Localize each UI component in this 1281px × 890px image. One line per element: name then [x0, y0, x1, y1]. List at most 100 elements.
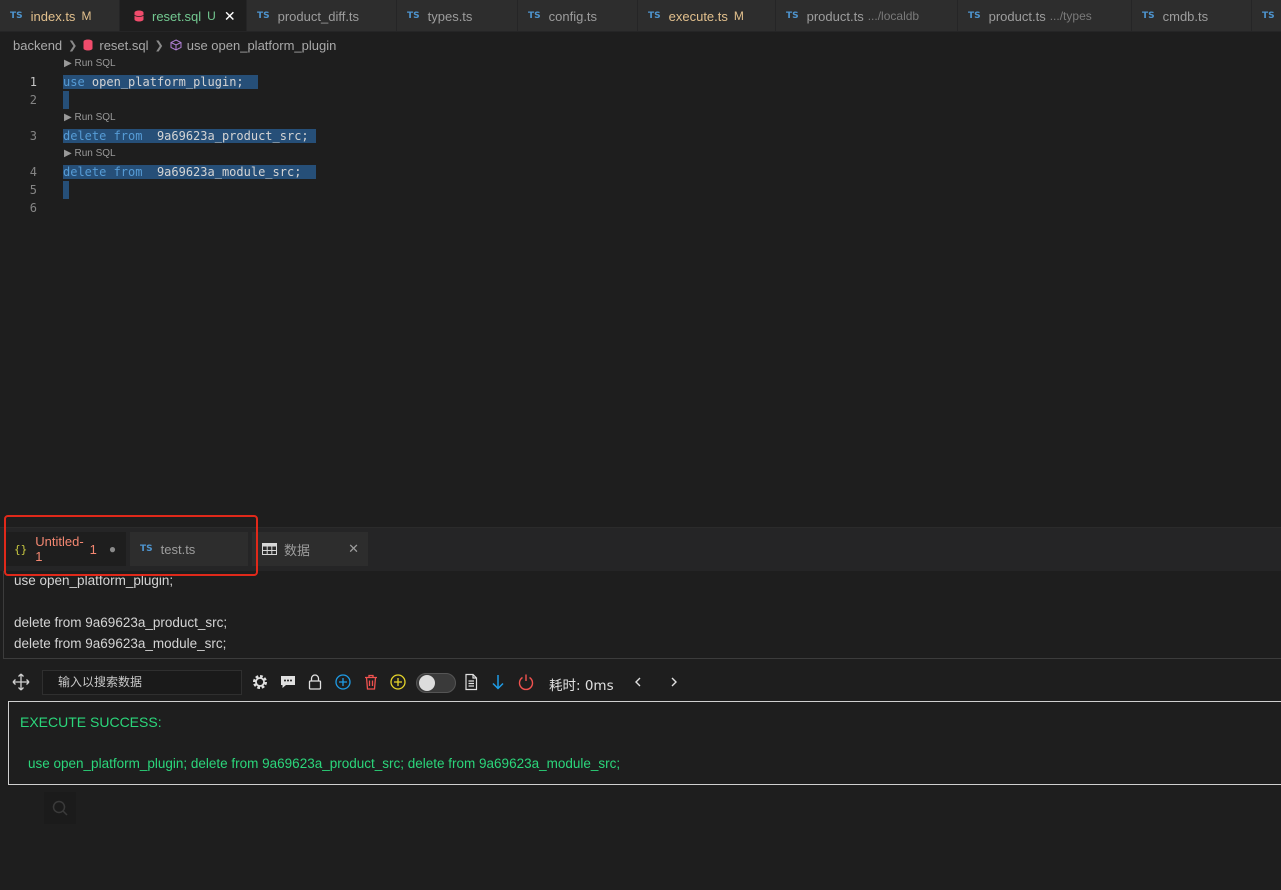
tab-index-ts[interactable]: TS index.ts M [0, 0, 120, 31]
codelens-label: Run SQL [74, 112, 116, 123]
problem-count-badge: 1 [89, 541, 97, 557]
tab-reset-sql[interactable]: reset.sql U ✕ [120, 0, 247, 31]
json-braces-icon: {} [14, 542, 28, 556]
close-icon[interactable]: ✕ [348, 541, 359, 557]
untracked-badge: U [207, 9, 216, 23]
chevron-left-icon[interactable] [629, 673, 647, 691]
breadcrumb: backend ❯ reset.sql ❯ use open_platform_… [13, 36, 336, 54]
tab-product-ts-types[interactable]: TS product.ts .../types [958, 0, 1132, 31]
database-icon [83, 39, 93, 51]
sql-keyword: use [63, 75, 85, 89]
tab-label: Untitled-1 [35, 534, 84, 564]
tab-description: .../localdb [867, 9, 920, 23]
query-line: delete from 9a69623a_module_src; [14, 636, 227, 651]
breadcrumb-symbol[interactable]: use open_platform_plugin [187, 38, 337, 53]
trash-icon[interactable] [362, 673, 380, 691]
sql-identifier: open_platform_plugin; [91, 75, 244, 89]
tab-label: execute.ts [668, 8, 728, 24]
tab-data[interactable]: 数据 ✕ [252, 532, 368, 566]
tab-execute-ts[interactable]: TS execute.ts M [638, 0, 776, 31]
modified-badge: M [733, 9, 744, 23]
tab-untitled-1[interactable]: {} Untitled-1 1 ● [4, 532, 126, 566]
typescript-icon: TS [528, 11, 541, 21]
query-preview[interactable]: use open_platform_plugin; delete from 9a… [3, 571, 1281, 659]
line-number: 2 [29, 93, 37, 107]
code-line-3[interactable]: delete from 9a69623a_product_src; [63, 127, 316, 145]
tab-label: test.ts [160, 541, 196, 557]
tab-label: config.ts [548, 8, 598, 24]
result-toolbar: 输入以搜索数据 耗时: 0ms [0, 665, 1281, 699]
add-circle-icon[interactable] [334, 673, 352, 691]
typescript-icon: TS [1142, 11, 1155, 21]
tab-description: .../types [1049, 9, 1092, 23]
run-sql-codelens[interactable]: ▶ Run SQL [64, 148, 116, 159]
line-number: 1 [29, 75, 37, 89]
typescript-icon: TS [140, 544, 153, 554]
arrow-down-icon[interactable] [489, 673, 507, 691]
power-icon[interactable] [517, 673, 535, 691]
unsaved-dot-icon[interactable]: ● [109, 542, 116, 556]
tab-label: index.ts [30, 8, 76, 24]
line-number: 5 [29, 183, 37, 197]
sql-identifier: 9a69623a_module_src; [156, 165, 302, 179]
bottom-panel: {} Untitled-1 1 ● TS test.ts 数据 ✕ use op… [0, 527, 1281, 890]
typescript-icon: TS [648, 11, 661, 21]
elapsed-time: 耗时: 0ms [549, 678, 614, 694]
code-line-1[interactable]: use open_platform_plugin; [63, 73, 259, 91]
tab-label: reset.sql [152, 8, 202, 24]
breadcrumb-file[interactable]: reset.sql [99, 38, 148, 53]
symbol-cube-icon [170, 39, 182, 51]
selection-marker [63, 91, 69, 109]
line-number: 3 [29, 129, 37, 143]
codelens-label: Run SQL [74, 148, 116, 159]
typescript-icon: TS [10, 11, 23, 21]
tab-test-ts[interactable]: TS test.ts [130, 532, 248, 566]
sql-keyword: delete from [63, 129, 143, 143]
comment-icon[interactable] [279, 673, 297, 691]
typescript-icon: TS [1262, 11, 1275, 21]
sql-keyword: delete from [63, 165, 143, 179]
chevron-right-icon[interactable] [665, 673, 683, 691]
tab-config-ts[interactable]: TS config.ts [518, 0, 638, 31]
selection-marker [63, 181, 69, 199]
editor-tab-bar: TS index.ts M reset.sql U ✕ TS product_d… [0, 0, 1281, 32]
run-sql-codelens[interactable]: ▶ Run SQL [64, 58, 116, 69]
typescript-icon: TS [407, 11, 420, 21]
search-data-input[interactable]: 输入以搜索数据 [42, 670, 242, 695]
tab-label: cmdb.ts [1162, 8, 1209, 24]
gear-icon[interactable] [251, 673, 269, 691]
tab-cmdb-ts[interactable]: TS cmdb.ts [1132, 0, 1252, 31]
tab-product-diff-ts[interactable]: TS product_diff.ts [247, 0, 397, 31]
code-editor[interactable]: ▶ Run SQL 1 use open_platform_plugin; 2 … [0, 56, 1281, 526]
sql-identifier: 9a69623a_product_src; [156, 129, 309, 143]
tab-label: product_diff.ts [277, 8, 360, 24]
close-icon[interactable]: ✕ [224, 8, 236, 25]
line-number: 6 [29, 201, 37, 215]
line-number: 4 [29, 165, 37, 179]
query-line: delete from 9a69623a_product_src; [14, 615, 228, 630]
breadcrumb-folder[interactable]: backend [13, 38, 62, 53]
lock-icon[interactable] [306, 673, 324, 691]
toggle-switch[interactable] [416, 673, 456, 693]
typescript-icon: TS [786, 11, 799, 21]
tab-product-ts-localdb[interactable]: TS product.ts .../localdb [776, 0, 958, 31]
tab-label: product.ts [988, 8, 1046, 24]
document-icon[interactable] [462, 673, 480, 691]
codelens-label: Run SQL [74, 58, 116, 69]
result-body: use open_platform_plugin; delete from 9a… [28, 756, 621, 771]
tab-types-ts[interactable]: TS types.ts [397, 0, 518, 31]
result-title: EXECUTE SUCCESS: [20, 714, 162, 730]
typescript-icon: TS [257, 11, 270, 21]
move-icon[interactable] [12, 673, 30, 691]
tab-label: 数据 [284, 542, 311, 558]
run-sql-codelens[interactable]: ▶ Run SQL [64, 112, 116, 123]
chevron-right-icon: ❯ [68, 39, 78, 52]
toggle-knob [419, 675, 435, 691]
code-line-4[interactable]: delete from 9a69623a_module_src; [63, 163, 316, 181]
add-row-icon[interactable] [389, 673, 407, 691]
tab-label: product.ts [806, 8, 864, 24]
panel-tab-bar: {} Untitled-1 1 ● TS test.ts 数据 ✕ [0, 528, 1281, 571]
search-icon[interactable] [44, 792, 76, 824]
execute-result: EXECUTE SUCCESS: use open_platform_plugi… [8, 701, 1281, 785]
tab-overflow[interactable]: TS [1252, 0, 1281, 31]
